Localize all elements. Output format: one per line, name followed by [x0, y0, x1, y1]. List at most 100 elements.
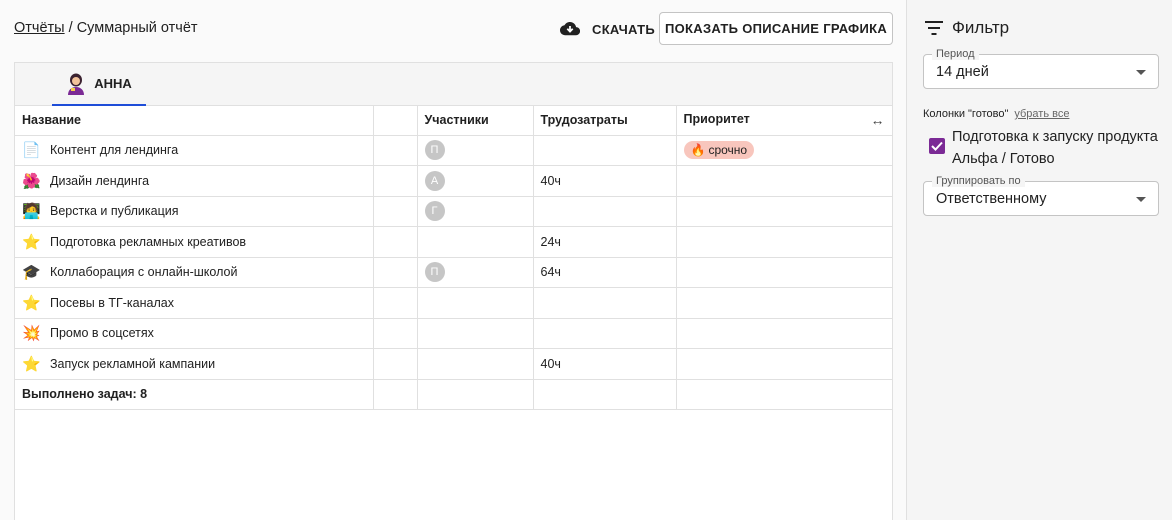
table-row[interactable]: 💥 Промо в соцсетях — [15, 318, 893, 349]
blank-cell — [676, 379, 893, 410]
table-row[interactable]: 📄 Контент для лендинга П 🔥 срочно — [15, 135, 893, 166]
woman-avatar-icon — [68, 73, 85, 95]
clear-all-link[interactable]: убрать все — [1014, 108, 1069, 120]
task-name-cell[interactable]: 🧑‍💻 Верстка и публикация — [15, 196, 374, 227]
effort-cell: 40ч — [533, 165, 677, 197]
filter-title-label: Фильтр — [952, 18, 1010, 37]
show-chart-description-button[interactable]: ПОКАЗАТЬ ОПИСАНИЕ ГРАФИКА — [659, 12, 893, 45]
table-row[interactable]: 🧑‍💻 Верстка и публикация Г — [15, 196, 893, 227]
group-by-legend: Группировать по — [932, 175, 1025, 187]
main-area: Отчёты / Суммарный отчёт СКАЧАТЬ ПОКАЗАТ… — [0, 0, 906, 520]
priority-label: срочно — [708, 143, 748, 158]
participant-avatar[interactable]: А — [424, 170, 445, 191]
technologist-icon: 🧑‍💻 — [22, 203, 41, 221]
column-header-name[interactable]: Название — [15, 106, 374, 136]
fire-icon: 🔥 — [690, 143, 706, 158]
tab-anna[interactable]: АННА — [52, 63, 146, 106]
table-row[interactable]: ⭐ Подготовка рекламных креативов 24ч — [15, 226, 893, 258]
task-name-wrapper: ⭐ Подготовка рекламных креативов — [22, 232, 366, 251]
table-row[interactable]: 🌺 Дизайн лендинга А 40ч — [15, 165, 893, 197]
breadcrumb-current: Суммарный отчёт — [76, 20, 198, 36]
column-header-effort[interactable]: Трудозатраты — [533, 106, 677, 136]
checkbox-label: Подготовка к запуску продукта Альфа / Го… — [952, 129, 1158, 167]
group-by-select[interactable]: Группировать по Ответственному — [923, 175, 1159, 216]
column-header-priority-label: Приоритет — [683, 112, 750, 127]
effort-cell: 24ч — [533, 226, 677, 258]
blank-cell — [373, 196, 418, 227]
task-name-cell[interactable]: 💥 Промо в соцсетях — [15, 318, 374, 349]
task-name-cell[interactable]: ⭐ Посевы в ТГ-каналах — [15, 287, 374, 319]
blank-cell — [373, 226, 418, 258]
blank-cell — [373, 257, 418, 288]
download-button[interactable]: СКАЧАТЬ — [560, 18, 655, 40]
participant-avatar[interactable]: Г — [424, 201, 445, 222]
task-name: Подготовка рекламных креативов — [50, 234, 247, 249]
blank-cell — [373, 165, 418, 197]
participants-cell: А — [417, 165, 534, 197]
period-value: 14 дней — [936, 64, 989, 80]
report-card: АННА Название Участники Трудозатраты При… — [14, 62, 893, 520]
graduation-cap-icon: 🎓 — [22, 264, 41, 282]
tab-bar: АННА — [15, 63, 892, 106]
priority-cell — [676, 226, 893, 258]
task-name: Контент для лендинга — [50, 143, 179, 158]
column-header-priority[interactable]: Приоритет ↔ — [676, 106, 893, 136]
task-name-cell[interactable]: ⭐ Запуск рекламной кампании — [15, 348, 374, 380]
blank-cell — [373, 135, 418, 166]
column-header-participants[interactable]: Участники — [417, 106, 534, 136]
document-icon: 📄 — [22, 142, 41, 160]
blank-cell — [417, 379, 534, 410]
done-column-checkbox-row[interactable]: Подготовка к запуску продукта Альфа / Го… — [929, 126, 1159, 170]
participants-cell: П — [417, 135, 534, 166]
blank-cell — [373, 379, 418, 410]
report-table: Название Участники Трудозатраты Приорите… — [15, 106, 893, 410]
table-row[interactable]: ⭐ Запуск рекламной кампании 40ч — [15, 348, 893, 380]
participants-cell — [417, 287, 534, 319]
participant-avatar[interactable]: П — [424, 140, 445, 161]
task-name-wrapper: ⭐ Посевы в ТГ-каналах — [22, 293, 366, 312]
blank-cell — [533, 379, 677, 410]
task-name: Запуск рекламной кампании — [50, 356, 216, 371]
task-name-wrapper: ⭐ Запуск рекламной кампании — [22, 354, 366, 373]
checkbox[interactable] — [929, 138, 945, 154]
task-name-cell[interactable]: 📄 Контент для лендинга — [15, 135, 374, 166]
download-label: СКАЧАТЬ — [592, 21, 655, 37]
priority-cell — [676, 318, 893, 349]
blank-cell — [373, 287, 418, 319]
table-row[interactable]: ⭐ Посевы в ТГ-каналах — [15, 287, 893, 319]
priority-cell — [676, 287, 893, 319]
participants-cell — [417, 348, 534, 380]
task-name-wrapper: 🧑‍💻 Верстка и публикация — [22, 202, 366, 221]
tab-anna-label: АННА — [94, 76, 132, 91]
breadcrumb-separator: / — [64, 20, 77, 36]
priority-cell — [676, 257, 893, 288]
cloud-download-icon — [560, 21, 580, 37]
participant-avatar[interactable]: П — [424, 262, 445, 283]
breadcrumb-reports-link[interactable]: Отчёты — [14, 20, 65, 36]
task-name-wrapper: 📄 Контент для лендинга — [22, 141, 366, 160]
task-name-cell[interactable]: 🎓 Коллаборация с онлайн-школой — [15, 257, 374, 288]
completed-tasks-count: Выполнено задач: 8 — [15, 379, 374, 410]
star-icon: ⭐ — [22, 233, 41, 251]
done-columns-text: Колонки "готово" — [923, 108, 1009, 120]
star-icon: ⭐ — [22, 294, 41, 312]
effort-cell — [533, 318, 677, 349]
period-select[interactable]: Период 14 дней — [923, 48, 1159, 89]
task-name-cell[interactable]: 🌺 Дизайн лендинга — [15, 165, 374, 197]
participants-cell — [417, 226, 534, 258]
resize-arrows-icon[interactable]: ↔ — [871, 112, 885, 128]
blank-cell — [373, 348, 418, 380]
priority-cell — [676, 196, 893, 227]
hibiscus-icon: 🌺 — [22, 172, 41, 190]
star-icon: ⭐ — [22, 355, 41, 373]
task-name-cell[interactable]: ⭐ Подготовка рекламных креативов — [15, 226, 374, 258]
blank-cell — [373, 318, 418, 349]
table-footer-row: Выполнено задач: 8 — [15, 379, 893, 410]
task-name-wrapper: 💥 Промо в соцсетях — [22, 324, 366, 343]
task-name: Коллаборация с онлайн-школой — [50, 265, 238, 280]
table-row[interactable]: 🎓 Коллаборация с онлайн-школой П 64ч — [15, 257, 893, 288]
table-header-row: Название Участники Трудозатраты Приорите… — [15, 106, 893, 136]
effort-cell — [533, 196, 677, 227]
task-name: Посевы в ТГ-каналах — [50, 295, 174, 310]
filter-sidebar: Фильтр Период 14 дней Колонки "готово" уб… — [906, 0, 1172, 520]
